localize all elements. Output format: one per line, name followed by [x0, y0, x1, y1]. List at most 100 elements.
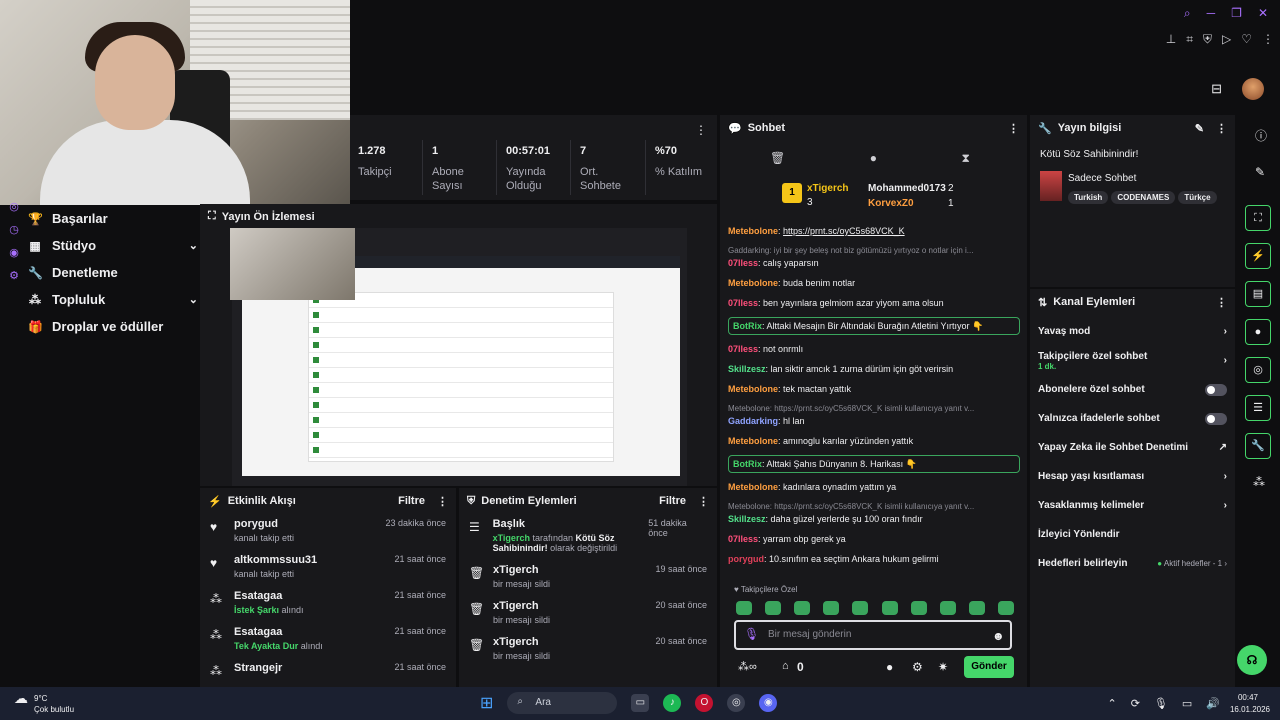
chat-message[interactable]: Metebolone: amınoglu karılar yüzünden ya…: [728, 435, 1020, 447]
more-icon[interactable]: ⋮: [1216, 296, 1227, 309]
rail-button-broadcast[interactable]: ◎: [1245, 357, 1271, 383]
activity-item[interactable]: ♥ porygud kanalı takip etti 23 dakika önce: [200, 514, 456, 550]
moderation-filter-button[interactable]: Filtre: [659, 495, 686, 507]
activity-filter-button[interactable]: Filtre: [398, 495, 425, 507]
points-icon[interactable]: ⁂: [1253, 475, 1265, 489]
more-icon[interactable]: ⋮: [695, 123, 707, 137]
volume-icon[interactable]: 🔊: [1206, 697, 1220, 710]
more-icon[interactable]: ⋮: [1216, 122, 1227, 135]
opera-icon[interactable]: O: [695, 694, 714, 712]
taskbar-search[interactable]: ⌕ Ara: [507, 692, 618, 714]
rail-button-doc[interactable]: ▤: [1245, 281, 1271, 307]
user-icon[interactable]: ◉: [9, 246, 19, 259]
activity-item[interactable]: ⁂ Esatagaa Tek Ayakta Dur alındı 21 saat ön…: [200, 622, 456, 658]
restore-icon[interactable]: ❐: [1231, 6, 1242, 21]
chat-message[interactable]: Metebolone: https://prnt.sc/oyC5s68VCK_K: [728, 225, 1020, 237]
rail-button-bolt[interactable]: ⚡: [1245, 243, 1271, 269]
heart-icon[interactable]: ♡: [1241, 32, 1252, 47]
emote-icon[interactable]: [997, 601, 1014, 615]
rail-button-fullscreen[interactable]: ⛶: [1245, 205, 1271, 231]
sidebar-item[interactable]: ⁂ Topluluk ⌄: [28, 286, 198, 313]
stream-tag[interactable]: Turkish: [1068, 191, 1109, 204]
chevron-down-icon[interactable]: ⌄: [189, 293, 198, 306]
channel-action[interactable]: Yasaklanmış kelimeler ›: [1030, 491, 1235, 520]
bot-message[interactable]: BotRix: Alttaki Mesajın Bir Altındaki Bu…: [728, 317, 1020, 335]
emote-icon[interactable]: [823, 601, 840, 615]
rail-button-list[interactable]: ☰: [1245, 395, 1271, 421]
top-chatter-name[interactable]: KorvexZ0: [868, 198, 914, 209]
chat-message[interactable]: 07lless: calış yaparsın: [728, 257, 1020, 269]
top-chatter-name[interactable]: Mohammed0173: [868, 183, 946, 194]
chat-message[interactable]: porygud: 10.sınıfım ea seçtim Ankara huk…: [728, 553, 1020, 565]
activity-item[interactable]: ⁂ Esatagaa İstek Şarkı alındı 21 saat önce: [200, 586, 456, 622]
emoji-icon[interactable]: ☻: [992, 629, 1005, 643]
bubble-icon[interactable]: ●: [870, 151, 877, 166]
chat-message[interactable]: 07lless: ben yayınlara gelmiom azar yiyo…: [728, 297, 1020, 309]
more-icon[interactable]: ⋮: [1008, 122, 1019, 135]
close-icon[interactable]: ✕: [1258, 6, 1268, 21]
gift-icon[interactable]: ⌂: [782, 660, 789, 672]
chat-message[interactable]: Skillzesz: lan siktir amcık 1 zurna dürü…: [728, 363, 1020, 375]
chat-message[interactable]: Gaddarking: hl lan: [728, 415, 1020, 427]
edit-icon[interactable]: ✎: [1195, 122, 1204, 135]
pencil-icon[interactable]: ✎: [1255, 165, 1265, 179]
channel-action[interactable]: Abonelere özel sohbet: [1030, 375, 1235, 404]
chevron-down-icon[interactable]: ⌄: [189, 239, 198, 252]
channel-action[interactable]: Hedefleri belirleyin ● Aktif hedefler - 1…: [1030, 549, 1235, 578]
moderation-item[interactable]: 🗑 xTigerch bir mesajı sildi 20 saat önce: [459, 632, 717, 668]
channel-action[interactable]: Takipçilere özel sohbet 1 dk. ›: [1030, 346, 1235, 375]
crop-icon[interactable]: ⌗: [1186, 32, 1193, 47]
emote-icon[interactable]: [852, 601, 869, 615]
file-explorer-icon[interactable]: ▭: [631, 694, 650, 712]
display-icon[interactable]: ▭: [1182, 697, 1192, 710]
points-icon[interactable]: ⁂∞: [738, 660, 757, 673]
settings-icon[interactable]: ⚙: [9, 269, 19, 282]
emote-icon[interactable]: [794, 601, 811, 615]
chat-message[interactable]: Metebolone: buda benim notlar: [728, 277, 1020, 289]
bot-message[interactable]: BotRix: Alttaki Şahıs Dünyanın 8. Harika…: [728, 455, 1020, 473]
toggle-switch[interactable]: [1205, 383, 1227, 396]
sidebar-item[interactable]: ▦ Stüdyo ⌄: [28, 232, 198, 259]
stream-tag[interactable]: CODENAMES: [1111, 191, 1176, 204]
moderation-item[interactable]: ☰ Başlık xTigerch tarafından Kötü Söz Sahi…: [459, 514, 717, 560]
circle-icon[interactable]: ◎: [9, 200, 19, 213]
moderation-item[interactable]: 🗑 xTigerch bir mesajı sildi 19 saat önce: [459, 560, 717, 596]
chat-message[interactable]: Skillzesz: daha güzel yerlerde şu 100 or…: [728, 513, 1020, 525]
menu-icon[interactable]: ⋮: [1262, 32, 1274, 47]
channel-action[interactable]: İzleyici Yönlendir: [1030, 520, 1235, 549]
hourglass-icon[interactable]: ⧗: [962, 151, 970, 166]
info-icon[interactable]: ⓘ: [1255, 127, 1267, 144]
chevron-up-icon[interactable]: ⌃: [1107, 697, 1116, 710]
top-chatter-name[interactable]: xTigerch: [807, 183, 849, 194]
rail-button-wrench[interactable]: 🔧: [1245, 433, 1271, 459]
moderation-item[interactable]: 🗑 xTigerch bir mesajı sildi 20 saat önce: [459, 596, 717, 632]
avatar[interactable]: [1242, 78, 1264, 100]
mic-icon[interactable]: 🎙: [744, 627, 759, 641]
emote-icon[interactable]: [910, 601, 927, 615]
emote-icon[interactable]: [939, 601, 956, 615]
trash-icon[interactable]: 🗑: [770, 151, 785, 166]
activity-item[interactable]: ♥ altkommssuu31 kanalı takip etti 21 saat ö…: [200, 550, 456, 586]
reply-preview[interactable]: Gaddarking: iyi bir şey beleş not biz gö…: [728, 245, 1020, 257]
emote-icon[interactable]: [968, 601, 985, 615]
sidebar-item[interactable]: 🔧 Denetleme: [28, 259, 198, 286]
more-icon[interactable]: ⋮: [698, 495, 709, 508]
category-name[interactable]: Sadece Sohbet: [1068, 173, 1136, 184]
clock-date[interactable]: 16.01.2026: [1230, 705, 1270, 714]
shield-icon[interactable]: ⛨: [1203, 32, 1212, 47]
emote-icon[interactable]: [765, 601, 782, 615]
pin-icon[interactable]: ⊥: [1166, 32, 1176, 47]
clock-time[interactable]: 00:47: [1238, 693, 1258, 702]
discord-icon[interactable]: ◉: [759, 694, 778, 712]
bot-icon[interactable]: ✷: [938, 660, 948, 674]
windows-start-icon[interactable]: ⊞: [480, 693, 493, 713]
rail-button-chat[interactable]: ●: [1245, 319, 1271, 345]
minimize-icon[interactable]: ─: [1207, 6, 1216, 21]
channel-action[interactable]: Yalnızca ifadelerle sohbet: [1030, 404, 1235, 433]
sync-icon[interactable]: ⟳: [1131, 697, 1140, 710]
settings-icon[interactable]: ⚙: [912, 660, 923, 674]
sidebar-item[interactable]: 🏆 Başarılar: [28, 205, 198, 232]
channel-action[interactable]: Yavaş mod ›: [1030, 317, 1235, 346]
chat-message[interactable]: 07lless: not onrmlı: [728, 343, 1020, 355]
chat-message[interactable]: Metebolone: tek mactan yattık: [728, 383, 1020, 395]
